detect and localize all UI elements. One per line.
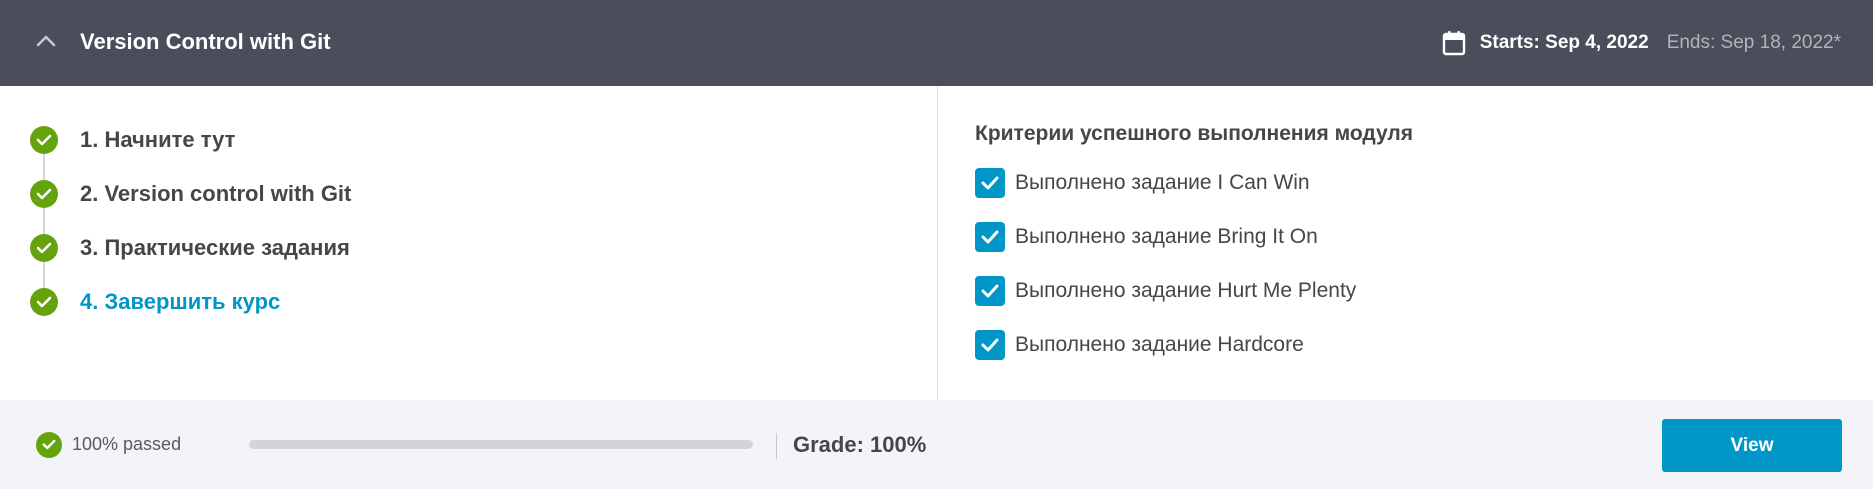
step-connector <box>43 154 45 180</box>
checkmark-icon <box>981 338 999 352</box>
module-header: Version Control with Git Starts: Sep 4, … <box>0 0 1873 86</box>
collapse-button[interactable] <box>30 25 62 57</box>
start-date: Starts: Sep 4, 2022 <box>1479 32 1649 53</box>
criterion-label: Выполнено задание I Can Win <box>1015 171 1310 194</box>
chevron-up-icon <box>36 35 56 47</box>
progress-fill <box>249 440 753 449</box>
check-circle-icon <box>30 288 58 316</box>
step-item-practical-tasks[interactable]: 3. Практические задания <box>30 234 351 288</box>
view-button[interactable]: View <box>1662 419 1842 472</box>
criterion-checkbox[interactable] <box>975 222 1005 252</box>
criterion-label: Выполнено задание Hurt Me Plenty <box>1015 279 1357 302</box>
progress-bar <box>249 440 753 449</box>
criterion-item: Выполнено задание Hurt Me Plenty <box>975 276 1413 306</box>
module-dates: Starts: Sep 4, 2022 Ends: Sep 18, 2022* <box>1442 0 1841 86</box>
criterion-item: Выполнено задание Bring It On <box>975 222 1413 252</box>
criterion-item: Выполнено задание I Can Win <box>975 168 1413 198</box>
panel-divider <box>937 86 938 400</box>
checkmark-icon <box>981 284 999 298</box>
criterion-checkbox[interactable] <box>975 168 1005 198</box>
passed-status: 100% passed <box>36 400 181 489</box>
criterion-item: Выполнено задание Hardcore <box>975 330 1413 360</box>
check-circle-icon <box>30 234 58 262</box>
step-connector <box>43 208 45 234</box>
calendar-icon <box>1442 30 1466 56</box>
step-item-finish-course[interactable]: 4. Завершить курс <box>30 288 351 316</box>
grade-value: Grade: 100% <box>793 432 927 457</box>
module-title: Version Control with Git <box>80 29 331 54</box>
checkmark-icon <box>981 176 999 190</box>
checkmark-icon <box>981 230 999 244</box>
step-item-start-here[interactable]: 1. Начните тут <box>30 126 351 180</box>
criterion-label: Выполнено задание Hardcore <box>1015 333 1304 356</box>
end-date: Ends: Sep 18, 2022* <box>1666 32 1841 53</box>
passed-text: 100% passed <box>72 434 182 454</box>
step-list: 1. Начните тут 2. Version control with G… <box>30 126 351 316</box>
check-circle-icon <box>36 431 62 458</box>
footer-divider <box>776 433 777 459</box>
completion-criteria: Критерии успешного выполнения модуля Вып… <box>975 122 1413 360</box>
step-label: 1. Начните тут <box>80 127 236 152</box>
criteria-title: Критерии успешного выполнения модуля <box>975 122 1413 145</box>
step-label: 3. Практические задания <box>80 235 350 260</box>
module-footer: 100% passed Grade: 100% View <box>0 400 1873 489</box>
criterion-label: Выполнено задание Bring It On <box>1015 225 1318 248</box>
criterion-checkbox[interactable] <box>975 276 1005 306</box>
check-circle-icon <box>30 126 58 154</box>
step-connector <box>43 262 45 288</box>
step-label: 2. Version control with Git <box>80 181 352 206</box>
step-label: 4. Завершить курс <box>80 289 281 314</box>
step-item-version-control[interactable]: 2. Version control with Git <box>30 180 352 234</box>
module-content: 1. Начните тут 2. Version control with G… <box>0 86 1873 400</box>
criterion-checkbox[interactable] <box>975 330 1005 360</box>
check-circle-icon <box>30 180 58 208</box>
